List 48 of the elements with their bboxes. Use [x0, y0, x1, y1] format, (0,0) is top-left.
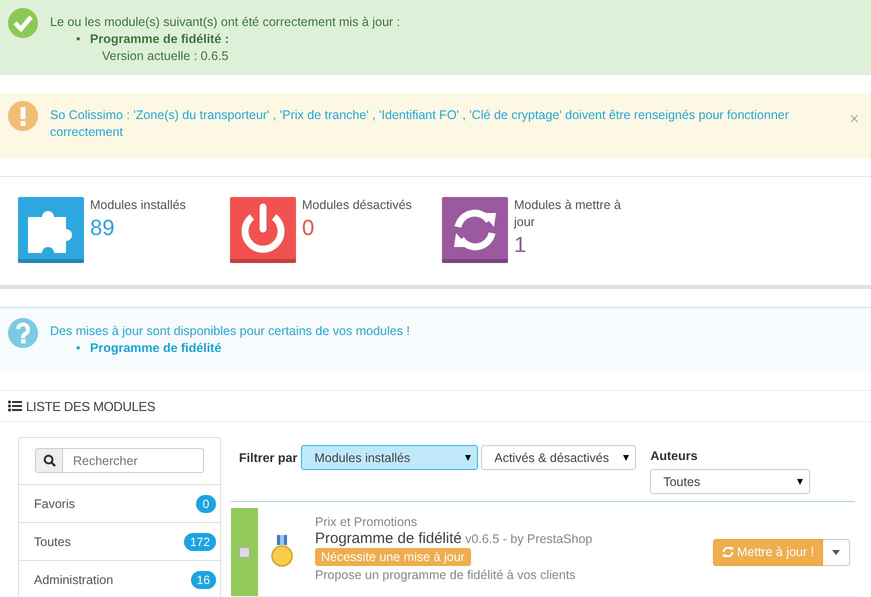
caret-icon [832, 550, 840, 554]
dropdown-arrow-icon [797, 478, 804, 484]
dropdown-arrow-icon [465, 454, 472, 460]
category-label: Favoris [34, 496, 75, 510]
stat-value: 89 [90, 214, 116, 242]
refresh-icon [722, 546, 734, 558]
dropdown-toggle-button[interactable] [823, 538, 850, 566]
exclamation-circle-icon [8, 101, 38, 131]
stat-label: Modules à mettre à jour [514, 197, 622, 231]
module-description: Propose un programme de fidélité à vos clients [315, 567, 576, 583]
bullet: • [76, 31, 82, 48]
stat-label: Modules installés [90, 197, 187, 214]
module-name: Programme de fidélité : [90, 32, 229, 46]
alert-message: So Colissimo : 'Zone(s) du transporteur' , 'Prix de tranche' , 'Identifiant FO' , 'Clé de cryptage' doivent être renseignés pour fonctionner correctement [50, 108, 789, 139]
module-name: Programme de fidélité [315, 530, 462, 547]
category-item[interactable]: Toutes 172 [19, 523, 220, 561]
search-addon[interactable] [35, 448, 63, 473]
dropdown-arrow-icon [623, 454, 630, 460]
checkbox[interactable] [239, 546, 250, 558]
count-badge: 172 [184, 532, 216, 550]
category-label: Toutes [34, 534, 71, 548]
version-text: Version actuelle : 0.6.5 [101, 48, 230, 65]
update-badge: Nécessite une mise à jour [315, 548, 471, 566]
category-label: Administration [34, 572, 114, 586]
check-circle-icon [8, 8, 38, 38]
category-item[interactable]: Favoris 0 [19, 485, 220, 523]
stat-value: 0 [302, 214, 316, 242]
stat-value: 1 [514, 231, 528, 259]
bullet: • [76, 340, 82, 357]
filter-label: Filtrer par [239, 450, 298, 465]
search-icon [42, 454, 56, 467]
filter-dropdown[interactable]: Modules installés [301, 445, 478, 470]
count-badge: 16 [190, 570, 216, 588]
panel-title: LISTE DES MODULES [26, 398, 156, 414]
authors-label: Auteurs [650, 448, 699, 465]
alert-message: Le ou les module(s) suivant(s) ont été correctement mis à jour : [50, 15, 400, 29]
module-category: Prix et Promotions [315, 514, 418, 530]
search-field[interactable]: Rechercher [63, 448, 204, 473]
module-version: v0.6.5 - by PrestaShop [465, 532, 592, 546]
category-item[interactable]: Administration 16 [19, 561, 220, 597]
filter-dropdown[interactable]: Activés & désactivés [481, 445, 636, 470]
count-badge: 0 [196, 494, 216, 512]
question-circle-icon [8, 318, 38, 348]
medal-icon [271, 535, 293, 569]
stat-label: Modules désactivés [302, 197, 413, 214]
list-icon [8, 400, 22, 412]
info-message: Des mises à jour sont disponibles pour certains de vos modules ! [50, 324, 410, 338]
authors-dropdown[interactable]: Toutes [650, 469, 810, 494]
